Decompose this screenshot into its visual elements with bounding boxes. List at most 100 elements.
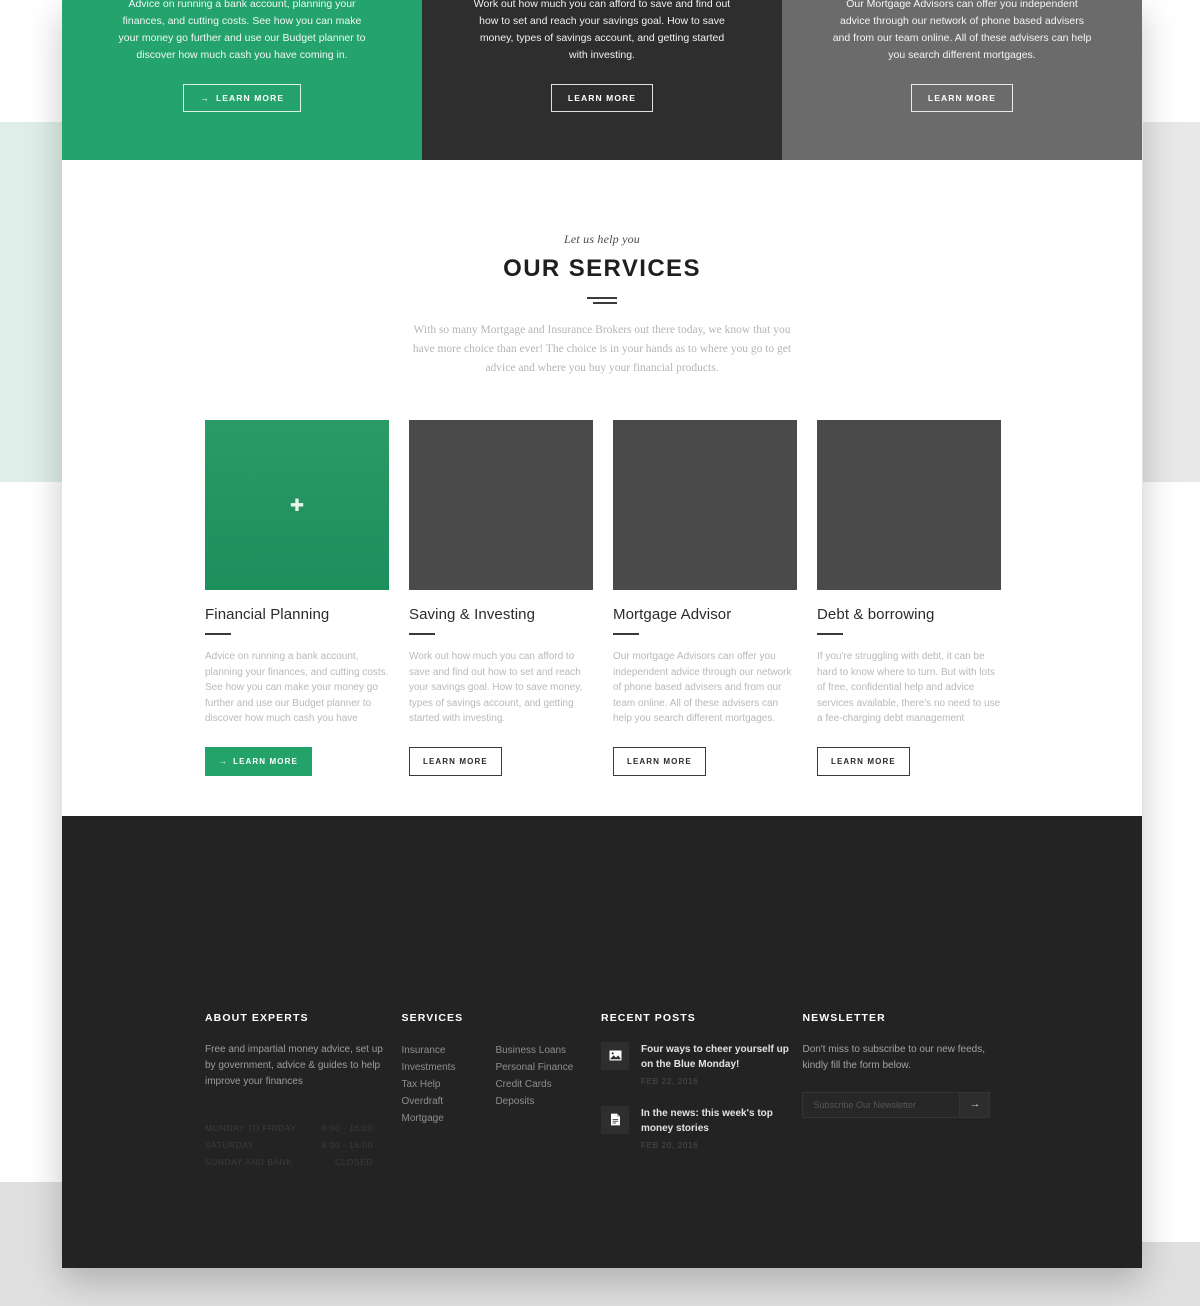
footer-link-credit-cards[interactable]: Credit Cards (495, 1076, 573, 1093)
service-card-description: Our mortgage Advisors can offer you inde… (613, 651, 792, 724)
footer-heading-about: ABOUT EXPERTS (205, 1011, 309, 1024)
promo-button-label: LEARN MORE (215, 93, 285, 103)
service-card-title: Financial Planning (205, 606, 330, 623)
title-divider (587, 297, 617, 304)
plus-icon: ✚ (289, 495, 305, 515)
service-learn-more-button[interactable]: LEARN MORE (613, 746, 706, 776)
service-button-label: LEARN MORE (831, 756, 896, 766)
footer-heading-services: SERVICES (401, 1011, 464, 1024)
post-date: FEB 20, 2016 (641, 1140, 699, 1150)
post-date: FEB 22, 2016 (641, 1076, 699, 1086)
footer-link-business-loans[interactable]: Business Loans (495, 1042, 573, 1059)
promo-learn-more-button[interactable]: LEARN MORE (910, 84, 1014, 112)
section-kicker: Let us help you (564, 232, 640, 246)
service-learn-more-button[interactable]: → LEARN MORE (205, 746, 312, 776)
footer-columns: ABOUT EXPERTS Free and impartial money a… (205, 1012, 999, 1171)
footer-column-newsletter: NEWSLETTER Don't miss to subscribe to ou… (802, 1012, 999, 1171)
newsletter-text: Don't miss to subscribe to our new feeds… (802, 1043, 986, 1071)
post-thumbnail (601, 1105, 630, 1134)
card-divider (613, 633, 639, 635)
service-learn-more-button[interactable]: LEARN MORE (409, 746, 502, 776)
arrow-right-icon: → (199, 93, 210, 103)
promo-learn-more-button[interactable]: LEARN MORE (550, 84, 654, 112)
post-thumbnail (601, 1041, 630, 1070)
post-title: Four ways to cheer yourself up on the Bl… (641, 1043, 789, 1070)
service-card-mortgage-advisor: Mortgage Advisor Our mortgage Advisors c… (613, 420, 797, 776)
recent-post-item[interactable]: Four ways to cheer yourself up on the Bl… (601, 1041, 802, 1086)
footer-service-list-2: Business Loans Personal Finance Credit C… (495, 1042, 573, 1127)
opening-hours-time: 8:00 - 16:00 (321, 1139, 373, 1150)
newsletter-form: → (802, 1091, 991, 1118)
footer-link-mortgage[interactable]: Mortgage (402, 1110, 456, 1127)
section-header: Let us help you OUR SERVICES With so man… (62, 232, 1142, 378)
newsletter-email-input[interactable] (803, 1092, 960, 1117)
service-card-description: Work out how much you can afford to save… (409, 651, 583, 724)
service-card-title: Saving & Investing (409, 606, 536, 623)
opening-hours-day: MONDAY TO FRIDAY (205, 1122, 297, 1133)
post-body: Four ways to cheer yourself up on the Bl… (641, 1042, 791, 1086)
post-body: In the news: this week's top money stori… (641, 1106, 791, 1150)
opening-hours-day: SUNDAY AND BANK (205, 1156, 293, 1167)
footer-link-tax-help[interactable]: Tax Help (402, 1076, 456, 1093)
promo-tile-mortgage-advisor[interactable]: Our Mortgage Advisors can offer you inde… (782, 0, 1142, 160)
background-band-right (1143, 122, 1200, 482)
footer-link-personal-finance[interactable]: Personal Finance (495, 1059, 573, 1076)
promo-tile-saving-investing[interactable]: Work out how much you can afford to save… (422, 0, 782, 160)
promo-tiles: Advice on running a bank account, planni… (62, 0, 1142, 160)
service-card-title: Debt & borrowing (817, 606, 935, 623)
our-services-section: Let us help you OUR SERVICES With so man… (62, 160, 1142, 816)
promo-text: Advice on running a bank account, planni… (118, 0, 366, 61)
post-title: In the news: this week's top money stori… (641, 1107, 773, 1134)
image-icon (609, 1050, 622, 1061)
footer-column-services: SERVICES Insurance Investments Tax Help … (402, 1012, 601, 1171)
footer-heading-recent-posts: RECENT POSTS (601, 1011, 696, 1024)
footer-about-text: Free and impartial money advice, set up … (205, 1043, 383, 1087)
document-icon (610, 1113, 621, 1126)
footer-link-insurance[interactable]: Insurance (402, 1042, 456, 1059)
service-card-debt-borrowing: Debt & borrowing If you're struggling wi… (817, 420, 1001, 776)
promo-button-label: LEARN MORE (927, 93, 997, 103)
opening-hours-row: SUNDAY AND BANK CLOSED (205, 1154, 373, 1171)
promo-text: Work out how much you can afford to save… (473, 0, 731, 61)
opening-hours-time: 8:00 - 16:00 (321, 1122, 373, 1133)
service-button-label: LEARN MORE (233, 756, 298, 766)
service-card-grid: ✚ Financial Planning Advice on running a… (205, 420, 1001, 776)
service-thumbnail[interactable] (817, 420, 1001, 590)
service-thumbnail[interactable] (613, 420, 797, 590)
service-button-label: LEARN MORE (423, 756, 488, 766)
service-button-label: LEARN MORE (627, 756, 692, 766)
card-divider (205, 633, 231, 635)
site-footer: ABOUT EXPERTS Free and impartial money a… (62, 815, 1142, 1268)
opening-hours-day: SATURDAY (205, 1139, 255, 1150)
recent-post-item[interactable]: In the news: this week's top money stori… (601, 1105, 802, 1150)
opening-hours-time: CLOSED (335, 1156, 373, 1167)
page-root: Advice on running a bank account, planni… (0, 0, 1200, 1306)
opening-hours-row: MONDAY TO FRIDAY 8:00 - 16:00 (205, 1120, 373, 1137)
service-thumbnail[interactable]: ✚ (205, 420, 389, 590)
card-divider (409, 633, 435, 635)
card-divider (817, 633, 843, 635)
opening-hours-row: SATURDAY 8:00 - 16:00 (205, 1137, 373, 1154)
footer-link-overdraft[interactable]: Overdraft (402, 1093, 456, 1110)
service-card-financial-planning: ✚ Financial Planning Advice on running a… (205, 420, 389, 776)
promo-learn-more-button[interactable]: → LEARN MORE (182, 84, 302, 112)
opening-hours: MONDAY TO FRIDAY 8:00 - 16:00 SATURDAY 8… (205, 1120, 402, 1171)
service-thumbnail[interactable] (409, 420, 593, 590)
service-learn-more-button[interactable]: LEARN MORE (817, 746, 910, 776)
footer-column-recent-posts: RECENT POSTS Four ways to cheer yourself… (601, 1012, 802, 1171)
service-card-saving-investing: Saving & Investing Work out how much you… (409, 420, 593, 776)
section-subtitle: With so many Mortgage and Insurance Brok… (412, 324, 792, 374)
promo-button-label: LEARN MORE (567, 93, 637, 103)
footer-service-list-1: Insurance Investments Tax Help Overdraft… (402, 1042, 456, 1127)
page-title: OUR SERVICES (503, 255, 701, 282)
footer-heading-newsletter: NEWSLETTER (802, 1011, 886, 1024)
footer-column-about: ABOUT EXPERTS Free and impartial money a… (205, 1012, 402, 1171)
service-card-title: Mortgage Advisor (613, 606, 732, 623)
newsletter-submit-button[interactable]: → (959, 1092, 990, 1117)
footer-link-deposits[interactable]: Deposits (495, 1093, 573, 1110)
promo-text: Our Mortgage Advisors can offer you inde… (832, 0, 1092, 61)
service-card-description: Advice on running a bank account, planni… (205, 651, 389, 724)
footer-link-investments[interactable]: Investments (402, 1059, 456, 1076)
service-card-description: If you're struggling with debt, it can b… (817, 651, 1001, 724)
promo-tile-financial-planning[interactable]: Advice on running a bank account, planni… (62, 0, 422, 160)
